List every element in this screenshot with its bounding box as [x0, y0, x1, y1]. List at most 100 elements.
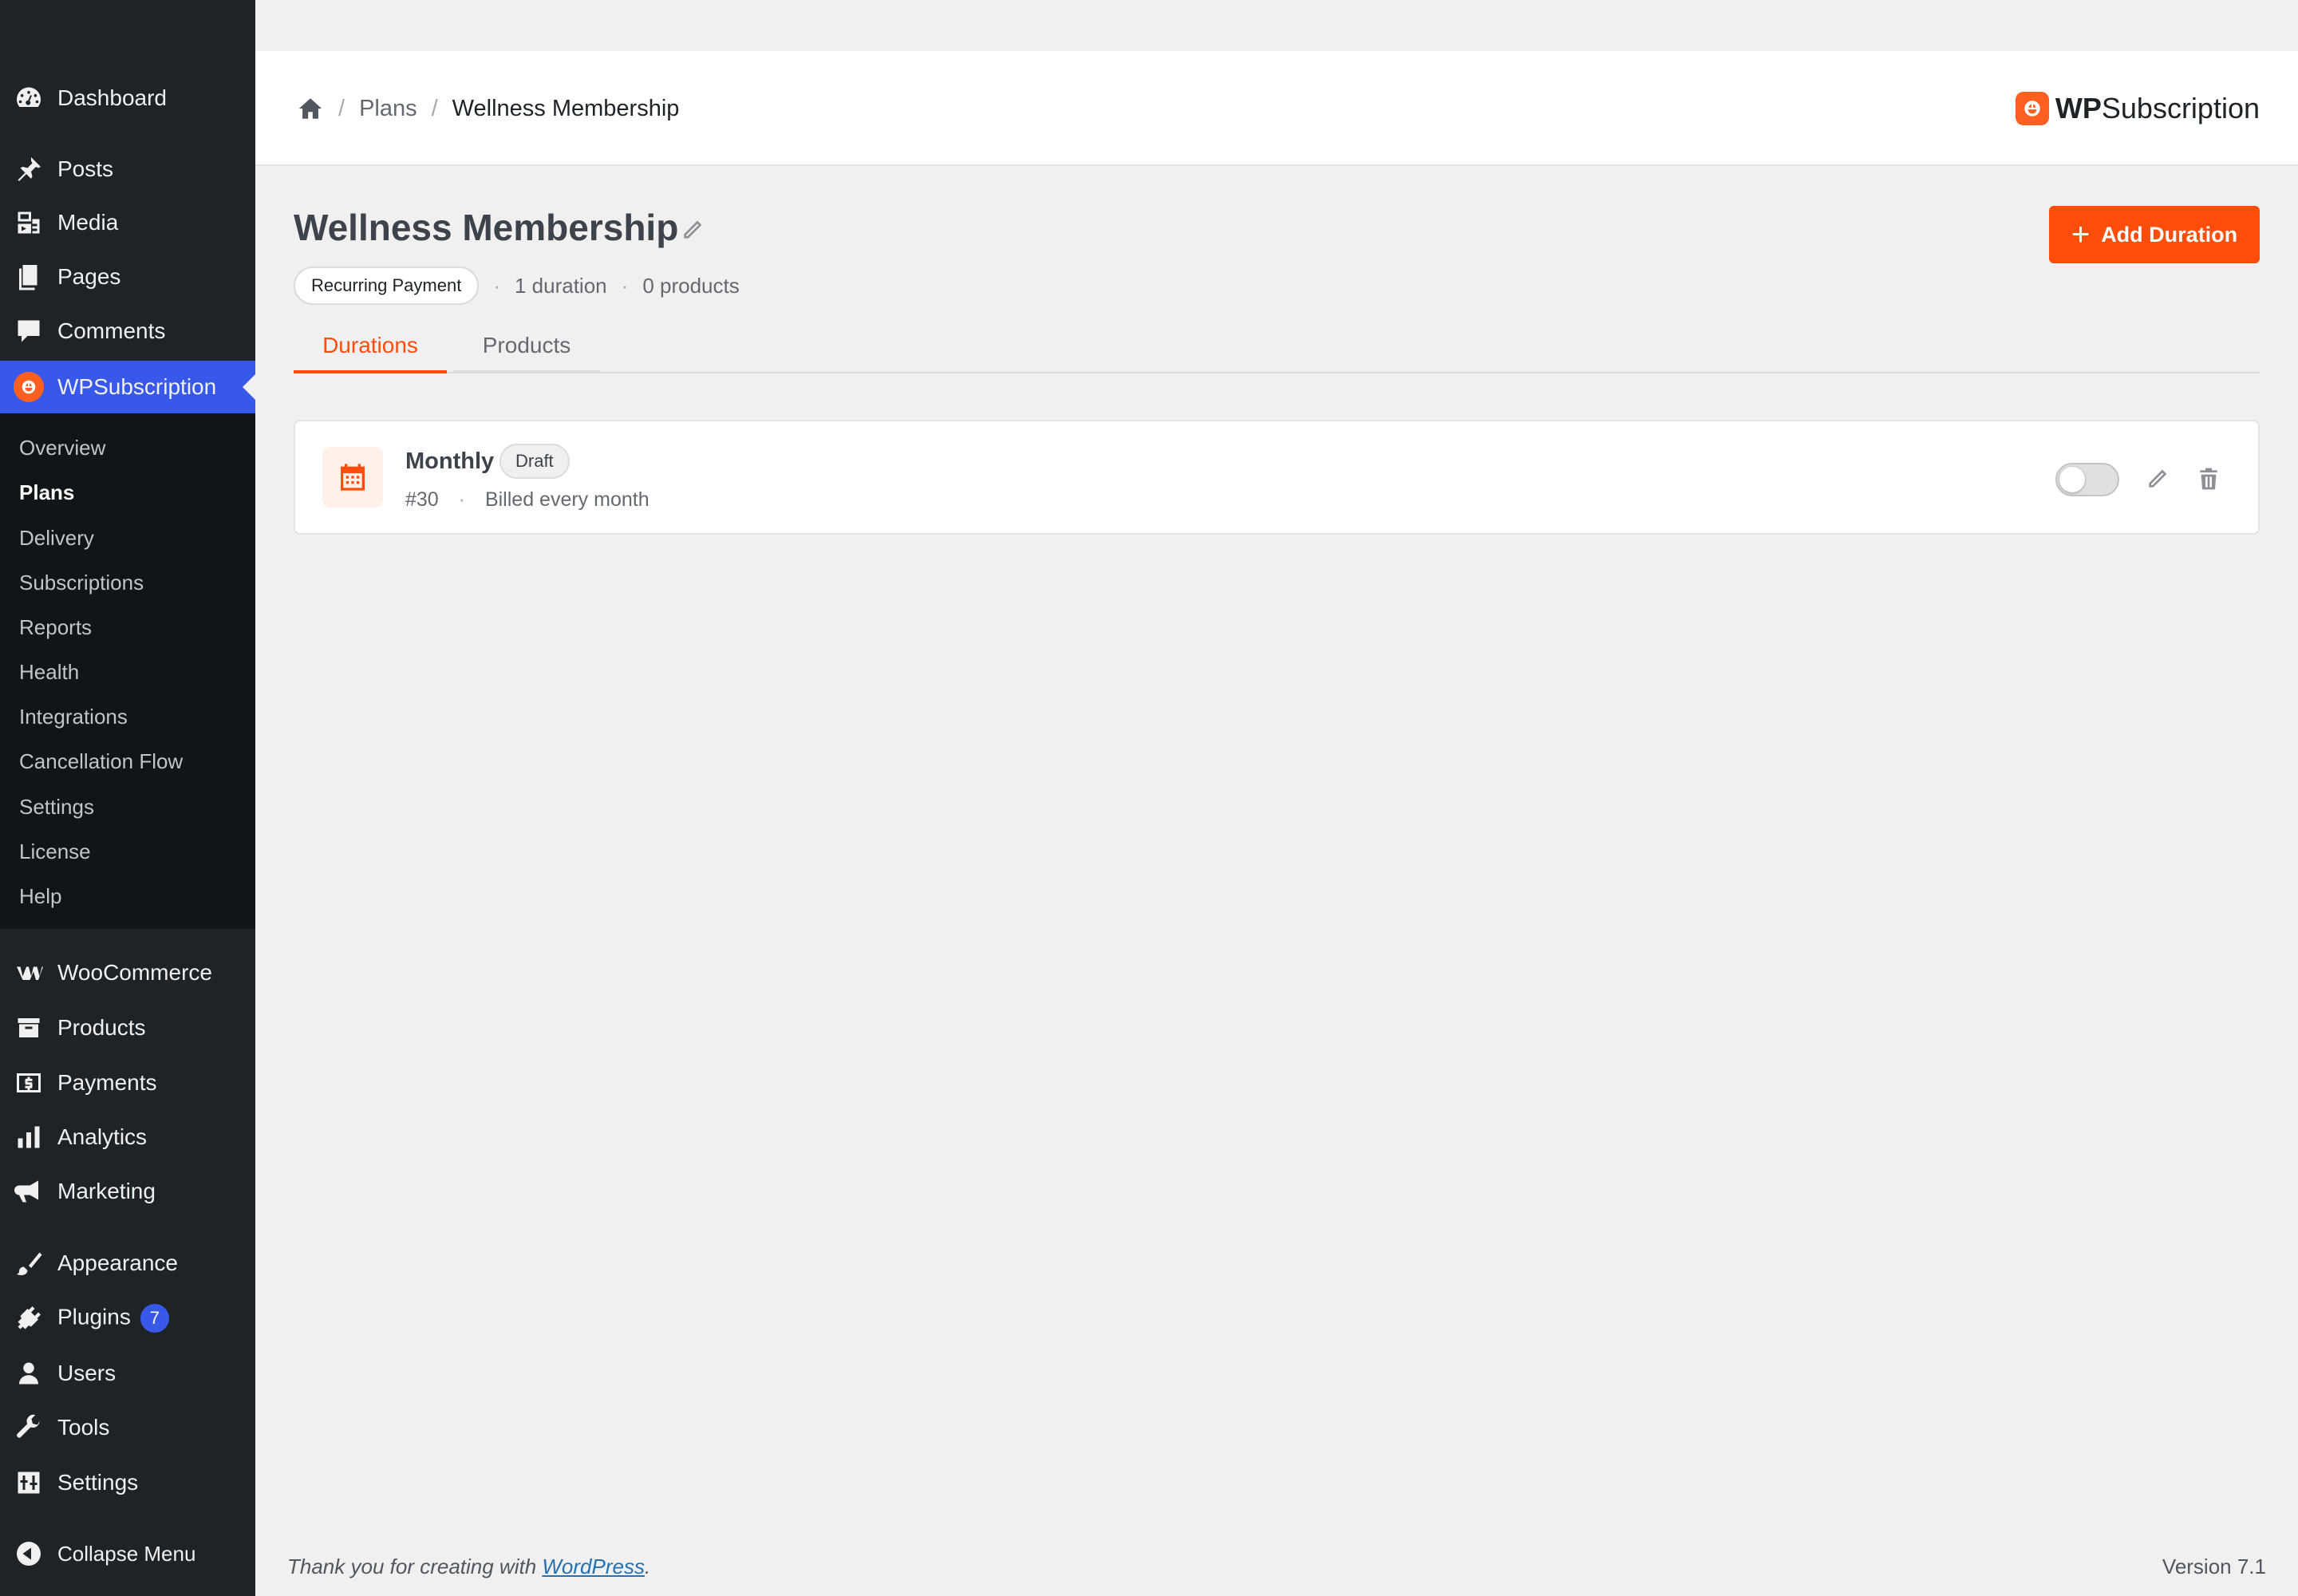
meta-separator: ·: [621, 273, 629, 298]
pages-icon: [13, 261, 45, 293]
status-badge: Draft: [499, 444, 570, 479]
breadcrumb-plans-link[interactable]: Plans: [359, 96, 417, 122]
add-duration-button[interactable]: + Add Duration: [2049, 206, 2260, 263]
menu-label: Pages: [57, 264, 121, 289]
brand-name-bold: WP: [2055, 92, 2102, 124]
meta-separator: ·: [493, 273, 500, 298]
menu-label: Settings: [57, 1470, 139, 1495]
menu-item-wpsubscription[interactable]: WPSubscription: [0, 361, 255, 413]
archive-icon: [13, 1012, 45, 1044]
tab-durations[interactable]: Durations: [294, 321, 447, 373]
menu-item-users[interactable]: Users: [0, 1347, 255, 1400]
footer-version: Version 7.1: [2162, 1555, 2266, 1578]
submenu-item-reports[interactable]: Reports: [19, 615, 92, 640]
menu-item-media[interactable]: Media: [0, 196, 255, 249]
product-count: 0 products: [642, 273, 740, 298]
menu-item-payments[interactable]: Payments: [0, 1057, 255, 1109]
menu-item-products[interactable]: Products: [0, 1001, 255, 1054]
pushpin-icon: [13, 153, 45, 185]
menu-label: Dashboard: [57, 85, 167, 110]
duration-details: #30 · Billed every month: [405, 488, 650, 512]
plugin-header: / Plans / Wellness Membership WP Subscrip…: [255, 51, 2298, 166]
meta-separator: ·: [458, 488, 465, 511]
menu-item-settings[interactable]: Settings: [0, 1456, 255, 1509]
wpsubscription-icon: [13, 371, 45, 403]
wordpress-link[interactable]: WordPress: [542, 1555, 645, 1578]
plan-tabs: Durations Products: [294, 321, 2260, 373]
breadcrumb-current: Wellness Membership: [452, 95, 680, 121]
page-title: Wellness Membership: [294, 207, 679, 248]
menu-item-pages[interactable]: Pages: [0, 251, 255, 303]
menu-label: Analytics: [57, 1124, 148, 1149]
edit-title-pencil-icon[interactable]: [680, 217, 705, 243]
plan-meta: Recurring Payment · 1 duration · 0 produ…: [294, 267, 740, 305]
wpsubscription-logo-icon: [2015, 92, 2049, 125]
menu-item-marketing[interactable]: Marketing: [0, 1165, 255, 1218]
menu-item-appearance[interactable]: Appearance: [0, 1237, 255, 1290]
submenu-item-settings[interactable]: Settings: [19, 795, 94, 820]
menu-item-woocommerce[interactable]: WooCommerce: [0, 946, 255, 999]
user-icon: [13, 1357, 45, 1389]
menu-label: Collapse Menu: [57, 1541, 196, 1566]
menu-label: Users: [57, 1361, 116, 1385]
megaphone-icon: [13, 1175, 45, 1207]
submenu-item-plans[interactable]: Plans: [19, 480, 74, 505]
menu-label: Comments: [57, 318, 166, 343]
duration-enable-toggle[interactable]: [2055, 463, 2119, 496]
sliders-icon: [13, 1467, 45, 1499]
submenu-item-subscriptions[interactable]: Subscriptions: [19, 571, 144, 595]
brand-name-rest: Subscription: [2101, 92, 2260, 124]
submenu-item-delivery[interactable]: Delivery: [19, 526, 94, 551]
collapse-menu-button[interactable]: Collapse Menu: [0, 1527, 255, 1580]
menu-item-dashboard[interactable]: Dashboard: [0, 72, 255, 124]
menu-label: WooCommerce: [57, 960, 212, 985]
bar-chart-icon: [13, 1121, 45, 1153]
dollar-icon: [13, 1067, 45, 1099]
comment-icon: [13, 315, 45, 347]
tab-products[interactable]: Products: [453, 321, 600, 373]
breadcrumb: / Plans / Wellness Membership: [297, 51, 679, 166]
duration-name: Monthly: [405, 448, 495, 474]
submenu-item-cancellation-flow[interactable]: Cancellation Flow: [19, 749, 183, 774]
submenu-item-health[interactable]: Health: [19, 660, 79, 685]
menu-label: Products: [57, 1015, 146, 1040]
edit-pencil-icon[interactable]: [2145, 466, 2170, 492]
menu-label: Tools: [57, 1415, 110, 1440]
submenu-item-integrations[interactable]: Integrations: [19, 705, 128, 729]
toggle-knob: [2059, 467, 2085, 492]
menu-label: WPSubscription: [57, 374, 217, 399]
media-icon: [13, 207, 45, 239]
menu-item-posts[interactable]: Posts: [0, 143, 255, 196]
update-count-badge: 7: [140, 1304, 169, 1333]
home-icon[interactable]: [297, 95, 324, 122]
calendar-icon: [322, 447, 383, 508]
menu-item-comments[interactable]: Comments: [0, 305, 255, 358]
collapse-icon: [13, 1538, 45, 1570]
menu-item-tools[interactable]: Tools: [0, 1401, 255, 1454]
duration-id: #30: [405, 488, 439, 511]
menu-item-analytics[interactable]: Analytics: [0, 1111, 255, 1163]
menu-label: Plugins 7: [57, 1304, 169, 1333]
woocommerce-icon: [13, 957, 45, 989]
trash-icon[interactable]: [2196, 466, 2221, 492]
dashboard-icon: [13, 82, 45, 114]
plus-icon: +: [2071, 217, 2091, 252]
menu-item-plugins[interactable]: Plugins 7: [0, 1292, 255, 1345]
breadcrumb-separator: /: [338, 95, 345, 121]
payment-type-badge: Recurring Payment: [294, 267, 480, 305]
add-duration-label: Add Duration: [2101, 222, 2238, 247]
duration-count: 1 duration: [514, 273, 607, 298]
brand-logo: WP Subscription: [2015, 51, 2260, 166]
submenu-item-overview[interactable]: Overview: [19, 436, 105, 460]
menu-label: Marketing: [57, 1179, 156, 1203]
footer-thanks: Thank you for creating with WordPress.: [287, 1555, 651, 1578]
wpsubscription-submenu: Overview Plans Delivery Subscriptions Re…: [0, 413, 255, 929]
menu-label: Posts: [57, 156, 114, 181]
menu-label: Appearance: [57, 1250, 179, 1275]
billing-interval: Billed every month: [484, 488, 650, 511]
paintbrush-icon: [13, 1247, 45, 1279]
breadcrumb-separator: /: [431, 95, 438, 121]
submenu-item-license[interactable]: License: [19, 839, 91, 864]
submenu-item-help[interactable]: Help: [19, 884, 61, 909]
menu-label: Media: [57, 210, 119, 235]
